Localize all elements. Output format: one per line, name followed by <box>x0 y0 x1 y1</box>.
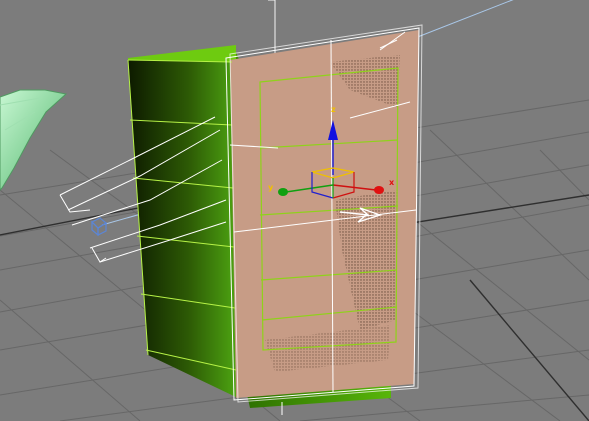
perspective-viewport[interactable]: z x y <box>0 0 589 421</box>
gizmo-x-label: x <box>389 178 395 187</box>
gizmo-y-label: y <box>268 183 274 192</box>
light-cube-icon[interactable] <box>90 217 108 237</box>
cabinet-box[interactable] <box>127 30 419 408</box>
teapot-object[interactable] <box>0 89 68 191</box>
gizmo-z-label: z <box>331 105 336 114</box>
